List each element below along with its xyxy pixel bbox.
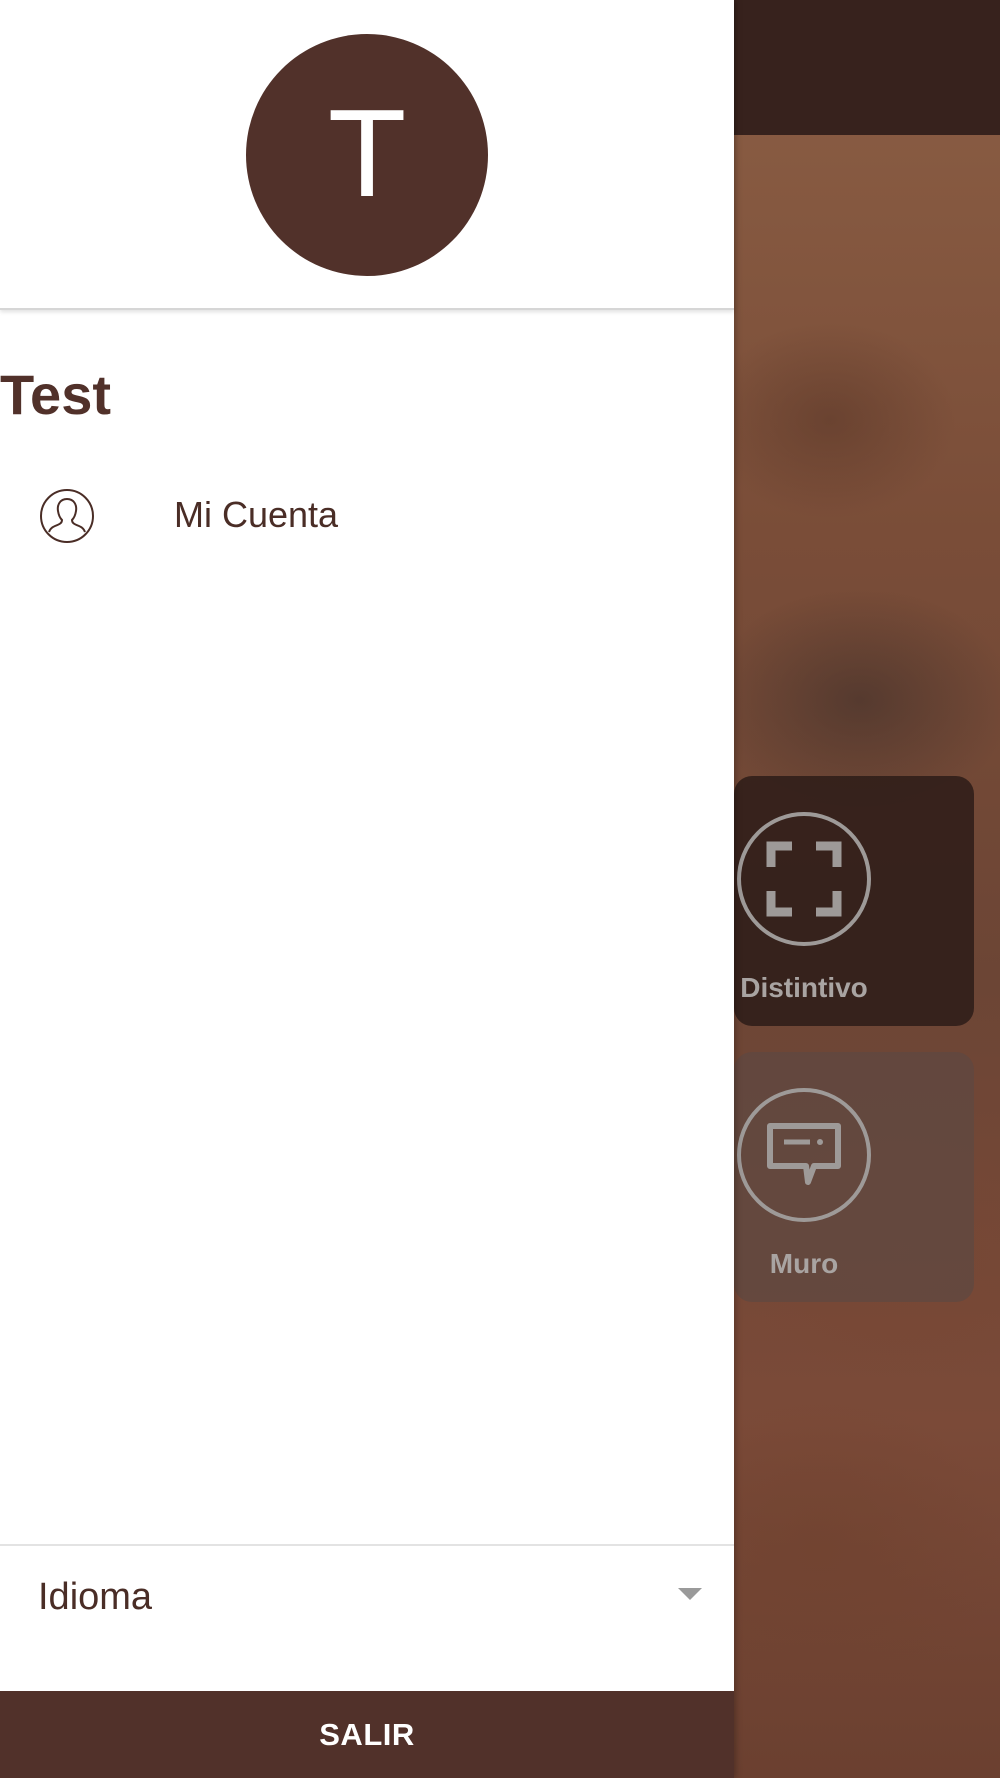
menu-item-label: Mi Cuenta: [174, 494, 339, 535]
user-circle-icon: [40, 489, 94, 543]
drawer-header: T: [0, 0, 734, 310]
muro-label: Muro: [769, 1248, 839, 1279]
logout-button[interactable]: SALIR: [0, 1691, 734, 1778]
distintivo-icon-circle: [737, 812, 871, 946]
user-name: Test: [0, 363, 111, 426]
muro-tile[interactable]: Muro: [734, 1052, 974, 1302]
language-select[interactable]: Idioma: [0, 1546, 734, 1691]
navigation-drawer: T Test Mi Cuenta Idioma SALIR: [0, 0, 734, 1778]
caret-down-icon: [678, 1588, 702, 1600]
menu-item-mi-cuenta[interactable]: Mi Cuenta: [0, 480, 734, 550]
distintivo-label: Distintivo: [740, 972, 868, 1003]
avatar[interactable]: T: [246, 34, 488, 276]
chat-bubble-icon: [767, 1123, 841, 1185]
distintivo-tile[interactable]: Distintivo: [734, 776, 974, 1026]
muro-icon-circle: [737, 1088, 871, 1222]
fullscreen-icon: [766, 841, 842, 917]
language-label: Idioma: [38, 1576, 153, 1618]
